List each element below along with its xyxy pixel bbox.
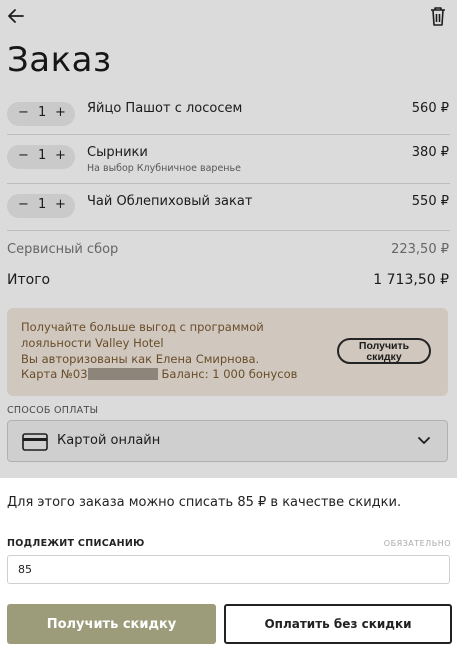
divider — [7, 134, 450, 135]
increase-button[interactable]: + — [55, 148, 66, 163]
quantity-value: 1 — [38, 148, 47, 163]
quantity-value: 1 — [38, 105, 47, 120]
divider — [7, 230, 450, 231]
card-number-mask — [87, 368, 158, 380]
order-page: Заказ − 1 + Яйцо Пашот с лососем 560 ₽ −… — [0, 0, 457, 652]
item-name: Сырники — [87, 145, 148, 160]
decrease-button[interactable]: − — [18, 197, 29, 212]
increase-button[interactable]: + — [55, 197, 66, 212]
item-price: 380 ₽ — [411, 145, 449, 160]
divider — [7, 183, 450, 184]
item-option: На выбор Клубничное варенье — [87, 163, 241, 174]
service-fee-label: Сервисный сбор — [7, 242, 119, 257]
top-bar — [0, 0, 457, 36]
pay-without-discount-button[interactable]: Оплатить без скидки — [224, 604, 452, 644]
arrow-left-icon[interactable] — [6, 6, 26, 26]
loyalty-text-line2: лояльности Valley Hotel — [21, 336, 164, 350]
discount-message: Для этого заказа можно списать 85 ₽ в ка… — [7, 495, 402, 510]
discount-amount-input[interactable] — [7, 555, 450, 584]
payment-method-select[interactable]: Картой онлайн — [7, 420, 448, 462]
decrease-button[interactable]: − — [18, 105, 29, 120]
loyalty-button-line2: скидку — [366, 351, 402, 363]
loyalty-text-line1: Получайте больше выгод с программой — [21, 320, 264, 334]
credit-card-icon — [22, 433, 48, 451]
quantity-stepper: − 1 + — [7, 102, 75, 126]
total-value: 1 713,50 ₽ — [373, 272, 449, 288]
discount-field-label: ПОДЛЕЖИТ СПИСАНИЮ — [7, 538, 145, 549]
payment-method-value: Картой онлайн — [57, 433, 161, 448]
increase-button[interactable]: + — [55, 105, 66, 120]
loyalty-user-text: Вы авторизованы как Елена Смирнова. — [21, 352, 260, 366]
loyalty-banner: Получайте больше выгод с программой лоял… — [7, 308, 448, 396]
chevron-down-icon — [418, 437, 430, 444]
quantity-value: 1 — [38, 197, 47, 212]
item-name: Чай Облепиховый закат — [87, 194, 253, 209]
payment-method-label: СПОСОБ ОПЛАТЫ — [7, 405, 99, 416]
total-label: Итого — [7, 272, 51, 288]
page-title: Заказ — [7, 40, 112, 80]
trash-icon[interactable] — [428, 5, 448, 27]
item-price: 560 ₽ — [411, 101, 449, 116]
decrease-button[interactable]: − — [18, 148, 29, 163]
service-fee-value: 223,50 ₽ — [391, 242, 449, 257]
item-name: Яйцо Пашот с лососем — [87, 101, 243, 116]
quantity-stepper: − 1 + — [7, 194, 75, 218]
card-number-prefix: Карта №03 — [21, 367, 88, 381]
item-price: 550 ₽ — [411, 194, 449, 209]
required-label: ОБЯЗАТЕЛЬНО — [383, 539, 451, 548]
get-discount-button[interactable]: Получить скидку — [7, 604, 216, 644]
bonus-balance: Баланс: 1 000 бонусов — [161, 367, 298, 381]
loyalty-get-discount-button[interactable]: Получить скидку — [337, 338, 431, 364]
discount-sheet: Для этого заказа можно списать 85 ₽ в ка… — [0, 478, 457, 652]
quantity-stepper: − 1 + — [7, 145, 75, 169]
loyalty-card-row: Карта №03 Баланс: 1 000 бонусов — [21, 367, 297, 381]
